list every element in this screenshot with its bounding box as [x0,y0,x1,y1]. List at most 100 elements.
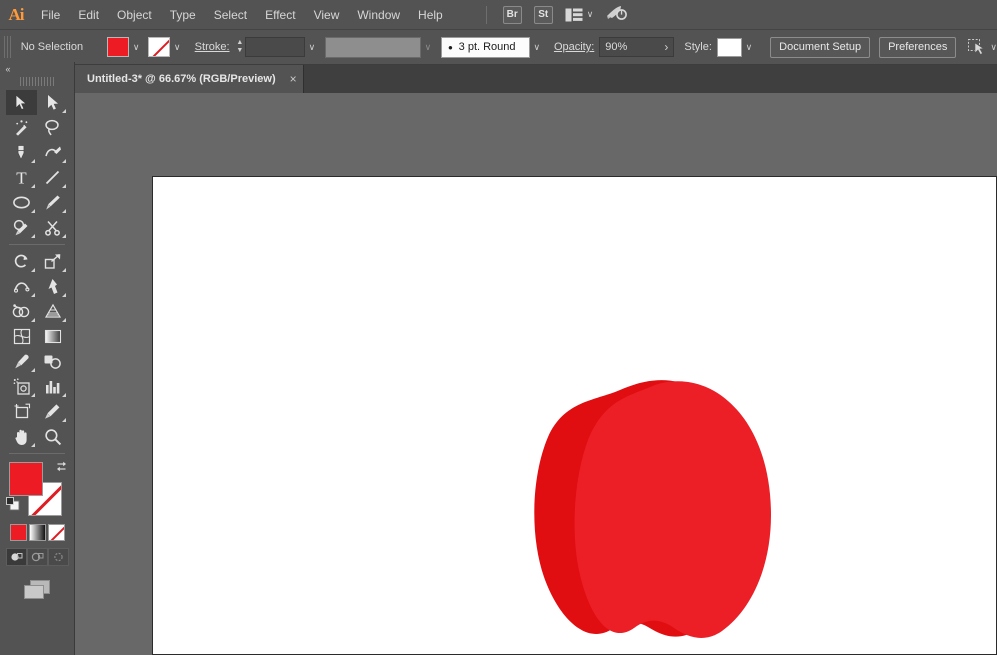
tools-panel-collapse-button[interactable]: « [0,62,75,76]
close-icon[interactable]: × [290,72,297,86]
type-tool[interactable]: T [6,165,37,190]
perspective-grid-tool[interactable] [37,299,68,324]
stroke-profile-input[interactable] [325,36,421,58]
change-screen-mode-button[interactable] [20,578,54,605]
gradient-mode-swatch[interactable] [28,524,46,541]
curvature-tool[interactable] [37,140,68,165]
brush-chevron-down-icon[interactable]: ∨ [530,37,544,57]
column-graph-tool[interactable] [37,374,68,399]
free-transform-tool[interactable] [37,274,68,299]
draw-normal-mode-button[interactable] [5,548,27,566]
blend-tool[interactable] [37,349,68,374]
change-screen-mode-icon [24,580,50,599]
graphic-style-swatch[interactable] [716,37,742,57]
draw-behind-icon [31,552,43,562]
stepper-down-icon[interactable]: ▼ [236,47,243,55]
menubar-right-group [989,0,997,30]
menu-item-file[interactable]: File [32,0,69,30]
brush-definition-value: 3 pt. Round [458,41,516,53]
illustrator-window: Ai File Edit Object Type Select Effect V… [0,0,997,655]
direct-selection-tool[interactable] [37,90,68,115]
swap-fill-stroke-button[interactable] [55,460,68,478]
artboard[interactable] [152,176,997,655]
align-to-artboard-button[interactable]: ∨ [968,39,997,55]
tools-panel-grip[interactable] [20,77,54,86]
slice-tool[interactable] [37,399,68,424]
swap-fill-stroke-icon [57,461,66,472]
menu-item-object[interactable]: Object [108,0,161,30]
color-mode-row [9,524,65,541]
shape-builder-tool[interactable] [6,299,37,324]
menu-bar: Ai File Edit Object Type Select Effect V… [0,0,997,30]
preferences-button[interactable]: Preferences [879,36,957,58]
gradient-tool[interactable] [37,324,68,349]
style-chevron-down-icon[interactable]: ∨ [742,37,756,57]
mesh-tool[interactable] [6,324,37,349]
width-tool[interactable] [6,274,37,299]
drawing-mode-row [5,548,69,566]
stroke-label[interactable]: Stroke: [195,41,230,53]
document-tab-untitled-3[interactable]: Untitled-3* @ 66.67% (RGB/Preview) × [75,65,304,93]
default-fill-stroke-button[interactable] [6,497,20,516]
fill-color-swatch[interactable] [106,37,129,57]
rotate-tool[interactable] [6,249,37,274]
zoom-tool[interactable] [37,424,68,449]
search-rocket-button[interactable] [605,3,628,26]
pen-tool[interactable] [6,140,37,165]
opacity-label[interactable]: Opacity: [554,41,594,53]
menu-item-view[interactable]: View [305,0,349,30]
brush-bullet-icon: • [448,39,453,55]
stroke-weight-input[interactable] [245,37,305,57]
lasso-tool[interactable] [37,115,68,140]
style-label: Style: [684,41,712,53]
document-setup-button[interactable]: Document Setup [770,36,871,58]
tools-divider-2 [9,453,65,454]
align-to-artboard-icon [968,39,985,55]
color-mode-swatch[interactable] [9,524,27,541]
line-segment-tool[interactable] [37,165,68,190]
tools-grid-primary: T [6,90,68,240]
menu-item-effect[interactable]: Effect [256,0,304,30]
brush-definition-select[interactable]: • 3 pt. Round [441,36,530,58]
workspace-switcher-button[interactable]: ∨ [565,8,593,22]
magic-wand-tool[interactable] [6,115,37,140]
scissors-tool[interactable] [37,215,68,240]
menu-item-select[interactable]: Select [205,0,256,30]
draw-inside-mode-button[interactable] [47,548,69,566]
stroke-weight-stepper[interactable]: ▲ ▼ [235,37,246,57]
eyedropper-tool[interactable] [6,349,37,374]
paintbrush-tool[interactable] [37,190,68,215]
draw-behind-mode-button[interactable] [26,548,48,566]
stroke-color-swatch[interactable] [147,37,170,57]
shaper-pencil-tool[interactable] [6,215,37,240]
menu-item-window[interactable]: Window [348,0,409,30]
selection-tool[interactable] [6,90,37,115]
apple-front-shape [574,381,771,638]
stock-button[interactable]: St [533,5,553,24]
menu-item-help[interactable]: Help [409,0,452,30]
artboard-tool[interactable] [6,399,37,424]
scale-tool[interactable] [37,249,68,274]
stepper-up-icon[interactable]: ▲ [236,39,243,47]
draw-inside-icon [53,552,63,562]
stroke-chevron-down-icon[interactable]: ∨ [170,37,185,57]
fill-chevron-down-icon[interactable]: ∨ [129,37,144,57]
align-chevron-down-icon[interactable]: ∨ [990,42,997,53]
none-mode-swatch[interactable] [47,524,65,541]
menu-item-edit[interactable]: Edit [69,0,108,30]
stroke-weight-chevron-down-icon[interactable]: ∨ [305,37,319,57]
document-tab-title: Untitled-3* @ 66.67% (RGB/Preview) [87,73,276,85]
hand-tool[interactable] [6,424,37,449]
menu-item-type[interactable]: Type [161,0,205,30]
symbol-sprayer-tool[interactable] [6,374,37,399]
artwork-apple-shape[interactable] [528,377,778,652]
opacity-expand-icon[interactable]: › [664,40,668,54]
bridge-button[interactable]: Br [502,5,522,24]
fill-color-swatch-large[interactable] [9,462,43,496]
tools-grid-transform [6,249,68,449]
ellipse-tool[interactable] [6,190,37,215]
canvas-work-area[interactable] [75,93,997,655]
app-logo-icon: Ai [8,4,25,24]
opacity-value[interactable]: 90% [605,41,627,53]
control-bar-grip[interactable] [4,36,11,58]
